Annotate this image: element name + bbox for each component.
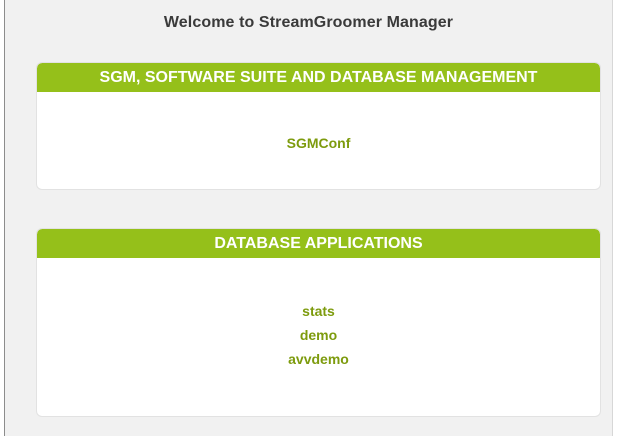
avvdemo-link[interactable]: avvdemo (37, 347, 600, 371)
sgmconf-link[interactable]: SGMConf (37, 133, 600, 153)
sgm-panel-header: SGM, SOFTWARE SUITE AND DATABASE MANAGEM… (37, 63, 600, 92)
demo-link[interactable]: demo (37, 323, 600, 347)
main-frame: Welcome to StreamGroomer Manager SGM, SO… (4, 0, 613, 436)
stats-link[interactable]: stats (37, 299, 600, 323)
page-title: Welcome to StreamGroomer Manager (163, 14, 454, 31)
db-panel-header: DATABASE APPLICATIONS (37, 229, 600, 258)
db-panel-body: stats demo avvdemo (37, 258, 600, 371)
sgm-management-panel: SGM, SOFTWARE SUITE AND DATABASE MANAGEM… (36, 62, 601, 190)
database-applications-panel: DATABASE APPLICATIONS stats demo avvdemo (36, 228, 601, 417)
sgm-panel-body: SGMConf (37, 92, 600, 153)
